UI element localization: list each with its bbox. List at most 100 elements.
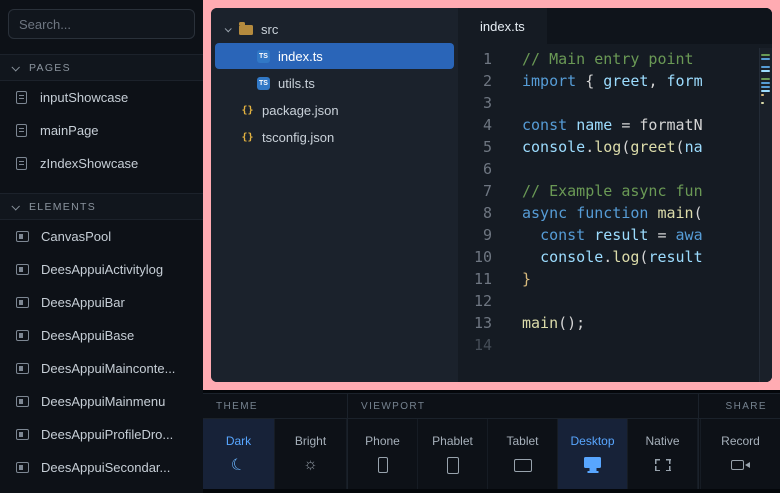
toolbar-section-label-viewport: VIEWPORT — [348, 394, 698, 419]
bright-button[interactable]: Bright — [275, 419, 347, 489]
sidebar-item-label: DeesAppuiProfileDro... — [41, 427, 173, 442]
code-line-text[interactable]: console.log(greet(na — [504, 136, 703, 158]
sidebar-item-canvaspool[interactable]: CanvasPool — [0, 220, 203, 253]
code-token: = — [612, 116, 639, 134]
sidebar-item-deesappuiactivitylog[interactable]: DeesAppuiActivitylog — [0, 253, 203, 286]
chevron-down-icon — [11, 63, 19, 71]
record-button[interactable]: Record — [700, 419, 780, 489]
code-token: // Example async fun — [522, 182, 703, 200]
sidebar-item-label: DeesAppuiMainmenu — [41, 394, 165, 409]
code-line: 12 — [458, 290, 759, 312]
line-number: 4 — [458, 114, 504, 136]
code-line-text[interactable]: // Example async fun — [504, 180, 703, 202]
tree-item-package-json[interactable]: package.json — [215, 97, 454, 123]
chevron-down-icon — [11, 202, 19, 210]
tree-item-tsconfig-json[interactable]: tsconfig.json — [215, 124, 454, 150]
line-number: 11 — [458, 268, 504, 290]
code-line-text[interactable]: const name = formatN — [504, 114, 703, 136]
tablet-button[interactable]: Tablet — [488, 419, 558, 489]
dark-button[interactable]: Dark — [203, 419, 275, 489]
sidebar-item-mainpage[interactable]: mainPage — [0, 114, 203, 147]
element-icon — [16, 330, 29, 341]
search-input[interactable] — [8, 9, 195, 39]
code-line: 1// Main entry point — [458, 48, 759, 70]
minimap[interactable] — [759, 48, 772, 382]
sun-icon — [303, 456, 318, 474]
desktop-button[interactable]: Desktop — [558, 419, 628, 489]
sidebar-item-deesappuimainmenu[interactable]: DeesAppuiMainmenu — [0, 385, 203, 418]
minimap-mark — [761, 90, 770, 92]
code-token: log — [612, 248, 639, 266]
code-token: . — [585, 138, 594, 156]
code-token: console — [540, 248, 603, 266]
file-tree: srcindex.tsutils.tspackage.jsontsconfig.… — [211, 8, 458, 382]
code-token: awa — [676, 226, 703, 244]
element-icon — [16, 462, 29, 473]
desktop-icon — [584, 457, 601, 468]
code-line-text[interactable]: import { greet, form — [504, 70, 703, 92]
sidebar-item-label: DeesAppuiMainconte... — [41, 361, 175, 376]
sidebar-item-deesappuimainconte[interactable]: DeesAppuiMainconte... — [0, 352, 203, 385]
minimap-mark — [761, 66, 770, 68]
code-line: 4const name = formatN — [458, 114, 759, 136]
code-line-text[interactable]: async function main( — [504, 202, 703, 224]
phablet-button[interactable]: Phablet — [418, 419, 488, 489]
icon-wrap — [447, 456, 459, 474]
button-label: Phone — [365, 434, 400, 448]
code-line-text[interactable]: const result = awa — [504, 224, 703, 246]
code-line-text[interactable] — [504, 92, 522, 114]
code-line: 8async function main( — [458, 202, 759, 224]
minimap-mark — [761, 94, 764, 96]
section-header-pages[interactable]: PAGES — [0, 54, 203, 81]
json-file-icon — [241, 104, 254, 117]
sidebar-item-zindexshowcase[interactable]: zIndexShowcase — [0, 147, 203, 180]
code-line-text[interactable]: // Main entry point — [504, 48, 694, 70]
element-icon — [16, 231, 29, 242]
chevron-down-icon — [225, 25, 232, 32]
minimap-mark — [761, 86, 770, 88]
app-root: PAGESinputShowcasemainPagezIndexShowcase… — [0, 0, 780, 493]
code-line-text[interactable] — [504, 334, 522, 356]
section-header-elements[interactable]: ELEMENTS — [0, 193, 203, 220]
code-line: 11} — [458, 268, 759, 290]
element-icon — [16, 363, 29, 374]
code-line-text[interactable]: } — [504, 268, 531, 290]
tree-item-utils-ts[interactable]: utils.ts — [215, 70, 454, 96]
bottom-toolbar: THEMEDarkBrightVIEWPORTPhonePhabletTable… — [203, 393, 780, 489]
code-token: , — [648, 72, 666, 90]
code-line-text[interactable]: main(); — [504, 312, 585, 334]
sidebar-item-label: DeesAppuiActivitylog — [41, 262, 163, 277]
element-icon — [16, 264, 29, 275]
native-button[interactable]: Native — [628, 419, 698, 489]
phone-button[interactable]: Phone — [348, 419, 418, 489]
sidebar-item-deesappuibar[interactable]: DeesAppuiBar — [0, 286, 203, 319]
typescript-file-icon — [257, 77, 270, 90]
minimap-mark — [761, 78, 770, 80]
editor-tab-index-ts[interactable]: index.ts — [458, 8, 547, 44]
sidebar-item-deesappuibase[interactable]: DeesAppuiBase — [0, 319, 203, 352]
code-token: async — [522, 204, 567, 222]
sidebar-item-deesappuisecondar[interactable]: DeesAppuiSecondar... — [0, 451, 203, 484]
toolbar-section-label-share: SHARE — [699, 394, 780, 419]
tree-item-index-ts[interactable]: index.ts — [215, 43, 454, 69]
page-icon — [16, 91, 27, 104]
line-number: 7 — [458, 180, 504, 202]
code-line-text[interactable]: console.log(result — [504, 246, 703, 268]
code-token: const — [522, 116, 567, 134]
page-icon — [16, 157, 27, 170]
line-number: 9 — [458, 224, 504, 246]
sidebar-item-label: CanvasPool — [41, 229, 111, 244]
sidebar-item-inputshowcase[interactable]: inputShowcase — [0, 81, 203, 114]
main-column: srcindex.tsutils.tspackage.jsontsconfig.… — [203, 0, 780, 493]
typescript-file-icon — [257, 50, 270, 63]
sidebar-item-deesappuiprofiledro[interactable]: DeesAppuiProfileDro... — [0, 418, 203, 451]
page-icon — [16, 124, 27, 137]
icon-wrap — [655, 456, 671, 474]
minimap-mark — [761, 106, 771, 108]
element-icon — [16, 396, 29, 407]
tree-item-src[interactable]: src — [215, 16, 454, 42]
code-token: const — [540, 226, 585, 244]
code-line-text[interactable] — [504, 158, 522, 180]
code-line: 7 // Example async fun — [458, 180, 759, 202]
code-line-text[interactable] — [504, 290, 522, 312]
